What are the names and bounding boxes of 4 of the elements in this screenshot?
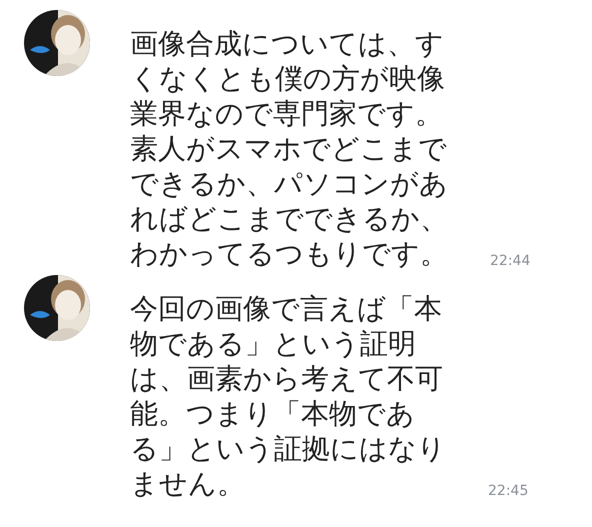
message-time: 22:45 <box>488 483 528 499</box>
message-text: 今回の画像で言えば「本 物である」という証明 は、画素から考えて不可 能。つまり「本物であ る」という証拠にはなり ません。 <box>130 291 446 501</box>
message-time: 22:44 <box>490 253 530 269</box>
message-text: 画像合成については、す くなくとも僕の方が映像 業界なので専門家です。 素人がスマホでどこまで できるか、パソコンがあ ればどこまでできるか、 わかってるつもりです。 <box>130 26 448 271</box>
